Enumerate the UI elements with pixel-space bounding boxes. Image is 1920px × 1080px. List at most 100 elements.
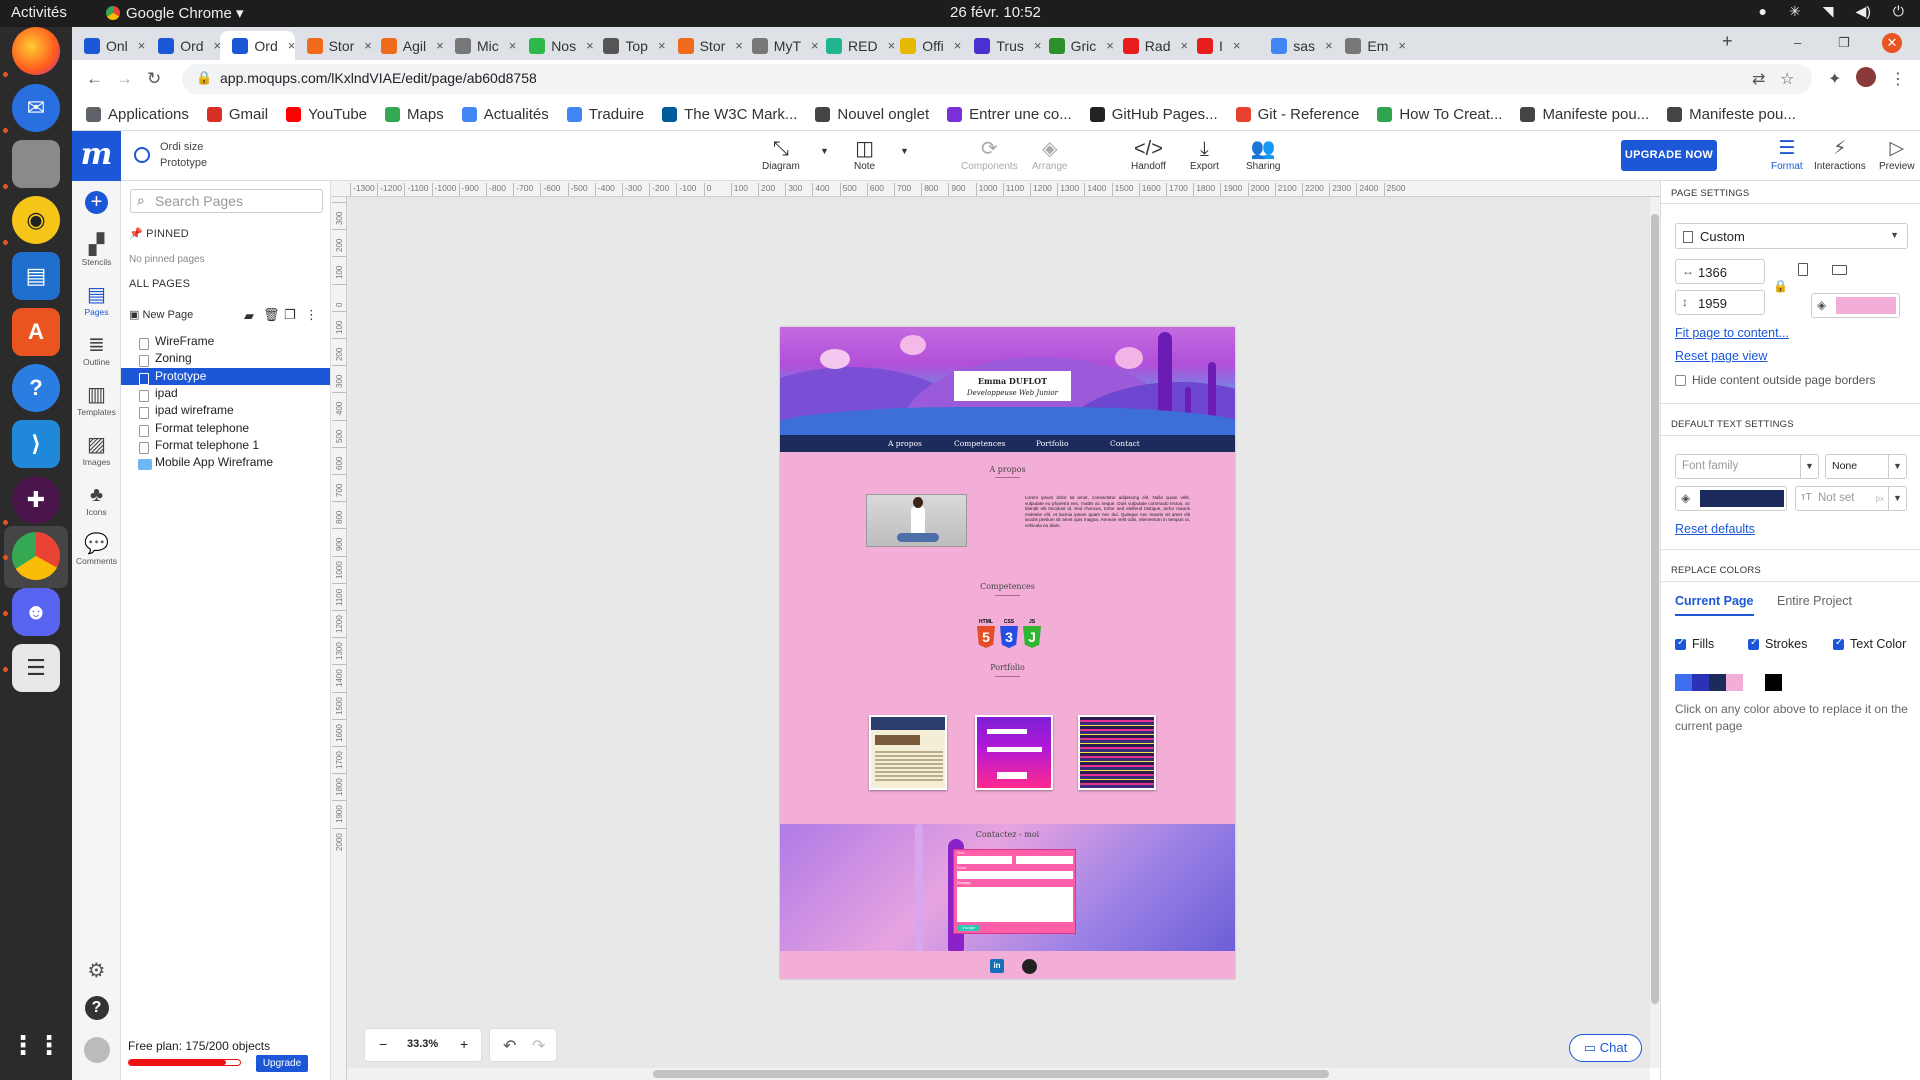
back-icon[interactable]: ← xyxy=(86,69,103,89)
interactions-tab[interactable]: ⚡ Interactions xyxy=(1814,137,1866,172)
page-item[interactable]: ipad xyxy=(121,385,330,402)
tab-close-icon[interactable]: × xyxy=(509,38,517,53)
volume-icon[interactable]: ◀) xyxy=(1855,3,1870,20)
page-item[interactable]: ipad wireframe xyxy=(121,402,330,420)
portrait-icon[interactable] xyxy=(1798,263,1808,276)
network-icon[interactable]: ✳ xyxy=(1789,3,1801,20)
bookmark-star-icon[interactable]: ☆ xyxy=(1780,69,1794,89)
browser-tab[interactable]: Stor × xyxy=(666,31,743,60)
browser-tab[interactable]: Trus × xyxy=(962,31,1041,60)
tab-close-icon[interactable]: × xyxy=(1233,38,1241,53)
fit-page-link[interactable]: Fit page to content... xyxy=(1675,326,1789,340)
email-field[interactable] xyxy=(957,871,1073,879)
artboard-nav-item[interactable]: A propos xyxy=(888,439,922,448)
extensions-icon[interactable]: ✦ xyxy=(1828,69,1841,89)
bookmark-item[interactable]: Git - Reference xyxy=(1235,106,1359,123)
slack-icon[interactable]: ✚ xyxy=(12,476,60,524)
rail-icons[interactable]: ♣ Icons xyxy=(72,483,121,517)
bookmark-item[interactable]: YouTube xyxy=(286,106,367,123)
show-apps-icon[interactable]: ⋮⋮ xyxy=(10,1021,62,1069)
page-width-field[interactable]: ↔ 1366 xyxy=(1675,259,1765,284)
app-menu[interactable]: Google Chrome ▾ xyxy=(106,4,244,22)
browser-tab[interactable]: Rad × xyxy=(1111,31,1188,60)
portfolio-item-3[interactable] xyxy=(1078,715,1156,790)
browser-tab[interactable]: Mic × xyxy=(443,31,517,60)
reset-defaults-link[interactable]: Reset defaults xyxy=(1675,522,1755,536)
browser-tab[interactable]: Agil × xyxy=(369,31,444,60)
document-viewer-icon[interactable]: ☰ xyxy=(12,644,60,692)
clock[interactable]: 26 févr. 10:52 xyxy=(950,4,1041,21)
rail-comments[interactable]: 💬 Comments xyxy=(72,532,121,566)
tab-close-icon[interactable]: × xyxy=(138,38,146,53)
user-avatar[interactable] xyxy=(72,1037,121,1065)
contact-section[interactable]: Contactez - moi Nom Email Message Envoye… xyxy=(780,824,1235,951)
artboard-nav-item[interactable]: Portfolio xyxy=(1036,439,1068,448)
artboard[interactable]: Emma DUFLOT Developpeuse Web Junior A pr… xyxy=(780,327,1235,979)
close-window-icon[interactable]: ✕ xyxy=(1882,33,1902,53)
page-height-field[interactable]: ↕ 1959 xyxy=(1675,290,1765,315)
bookmark-item[interactable]: Manifeste pou... xyxy=(1520,106,1649,123)
vertical-scrollbar[interactable] xyxy=(1650,197,1660,1068)
page-color-field[interactable]: ◈ xyxy=(1811,293,1900,318)
vertical-scroll-thumb[interactable] xyxy=(1651,214,1659,1004)
moqups-logo[interactable]: m xyxy=(72,131,121,181)
rail-images[interactable]: ▨ Images xyxy=(72,433,121,467)
rail-templates[interactable]: ▥ Templates xyxy=(72,383,121,417)
new-tab-button[interactable]: + xyxy=(1722,31,1733,52)
format-tab[interactable]: ☰ Format xyxy=(1771,137,1803,172)
note-dropdown-icon[interactable]: ▼ xyxy=(900,146,909,156)
color-swatch[interactable] xyxy=(1675,674,1692,691)
zoom-out-button[interactable]: − xyxy=(379,1036,387,1052)
browser-tab[interactable]: Onl × xyxy=(72,31,146,60)
color-swatch-black[interactable] xyxy=(1765,674,1782,691)
duplicate-icon[interactable]: ❐ xyxy=(284,307,296,323)
about-text[interactable]: Lorem ipsum dolor sit amet, consectetur … xyxy=(1025,495,1190,529)
writer-icon[interactable]: ▤ xyxy=(12,252,60,300)
profile-photo[interactable] xyxy=(866,494,967,547)
color-swatch[interactable] xyxy=(1692,674,1709,691)
font-size-field[interactable]: ᴛT Not set px ▼ xyxy=(1795,486,1907,511)
redo-icon[interactable]: ↷ xyxy=(532,1036,545,1056)
bookmark-item[interactable]: Manifeste pou... xyxy=(1667,106,1796,123)
rail-pages[interactable]: ▤ Pages xyxy=(72,283,121,317)
reload-icon[interactable]: ↻ xyxy=(147,69,161,89)
lock-icon[interactable]: 🔒 xyxy=(196,70,212,86)
browser-tab[interactable]: Em × xyxy=(1333,31,1407,60)
thunderbird-icon[interactable]: ✉ xyxy=(12,84,60,132)
new-folder-icon[interactable]: ▰ xyxy=(244,308,254,324)
note-tool[interactable]: ◫ Note xyxy=(854,137,875,172)
tab-close-icon[interactable]: × xyxy=(1325,38,1333,53)
handoff-tool[interactable]: </> Handoff xyxy=(1131,137,1166,172)
system-tray[interactable]: ● ✳ ◥ ◀) ⏻ xyxy=(1759,3,1905,20)
browser-tab[interactable]: I × xyxy=(1185,31,1259,60)
name-field-2[interactable] xyxy=(1016,856,1073,864)
page-item[interactable]: Zoning xyxy=(121,350,330,368)
landscape-icon[interactable] xyxy=(1832,265,1847,275)
tab-current-page[interactable]: Current Page xyxy=(1675,594,1754,616)
help-circle-icon[interactable]: ? xyxy=(72,996,121,1020)
canvas[interactable]: Emma DUFLOT Developpeuse Web Junior A pr… xyxy=(347,197,1650,1068)
profile-avatar[interactable] xyxy=(1856,67,1876,87)
folder-item[interactable]: Mobile App Wireframe xyxy=(121,454,330,471)
bookmark-item[interactable]: Entrer une co... xyxy=(947,106,1072,123)
browser-tab[interactable]: Ord × xyxy=(146,31,221,60)
browser-tab[interactable]: Stor × xyxy=(295,31,372,60)
undo-icon[interactable]: ↶ xyxy=(503,1036,516,1056)
bookmark-item[interactable]: Nouvel onglet xyxy=(815,106,929,123)
lock-ratio-icon[interactable]: 🔒 xyxy=(1773,279,1788,293)
send-button[interactable]: Envoyer xyxy=(958,925,980,931)
browser-tab[interactable]: Top × xyxy=(591,31,666,60)
hero-image[interactable]: Emma DUFLOT Developpeuse Web Junior xyxy=(780,327,1235,435)
components-tool[interactable]: ⟳ Components xyxy=(961,137,1018,172)
files-icon[interactable] xyxy=(12,140,60,188)
github-icon[interactable] xyxy=(1022,959,1037,974)
export-tool[interactable]: ⤓ Export xyxy=(1190,137,1219,172)
browser-tab[interactable]: Offi × xyxy=(888,31,962,60)
help-icon[interactable]: ? xyxy=(12,364,60,412)
upgrade-now-button[interactable]: UPGRADE NOW xyxy=(1621,140,1717,171)
power-icon[interactable]: ⏻ xyxy=(1893,3,1904,20)
message-field[interactable] xyxy=(957,887,1073,922)
bookmark-item[interactable]: How To Creat... xyxy=(1377,106,1502,123)
artboard-nav[interactable]: A propos Competences Portfolio Contact xyxy=(780,435,1235,452)
bookmark-item[interactable]: GitHub Pages... xyxy=(1089,106,1218,123)
